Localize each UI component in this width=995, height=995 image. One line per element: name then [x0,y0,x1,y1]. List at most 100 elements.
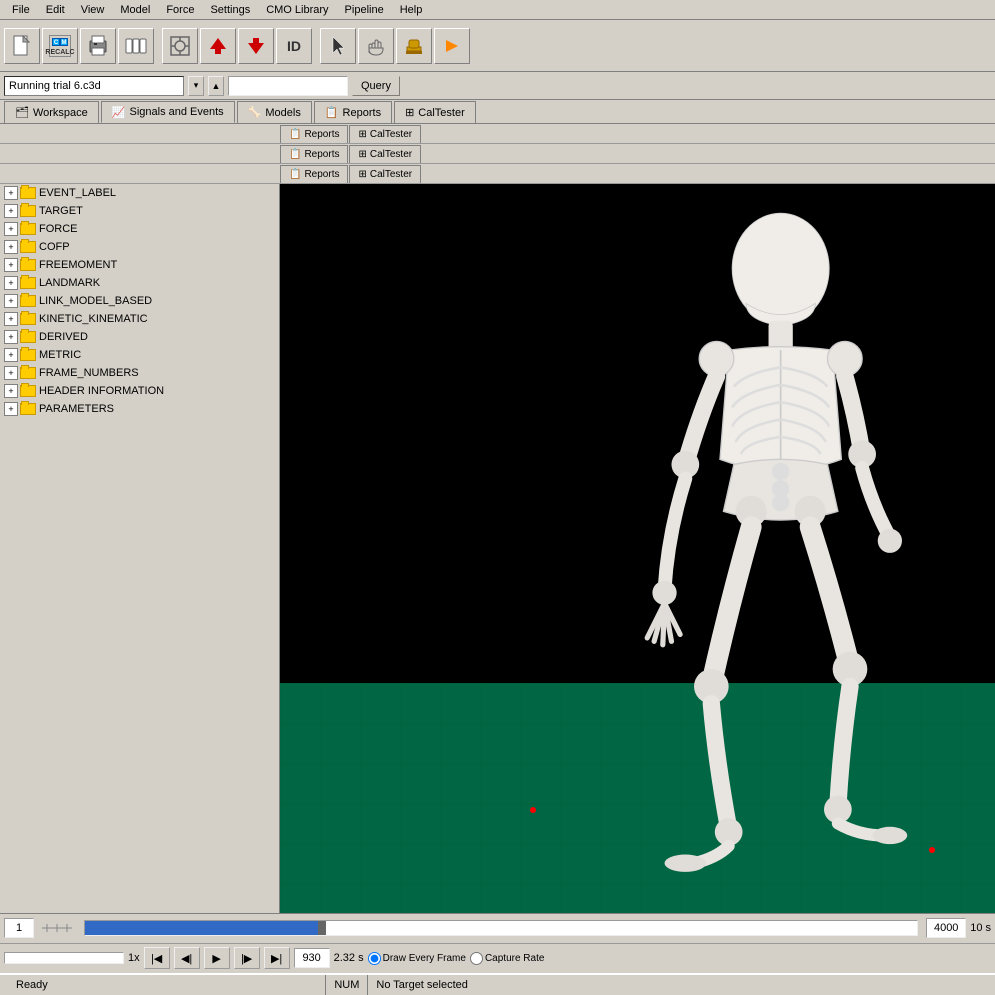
timeline-right-label: 10 s [970,922,991,934]
tree-item-metric[interactable]: + METRIC [0,346,279,364]
tab-reports[interactable]: 📋 Reports [314,101,392,123]
menu-bar: File Edit View Model Force Settings CMO … [0,0,995,20]
speed-slider[interactable] [4,952,124,964]
timeline-thumb[interactable] [318,921,326,935]
tree-label-freemoment: FREEMOMENT [39,259,117,271]
trial-spin-up[interactable]: ▲ [208,76,224,96]
tab-workspace[interactable]: 🗂 Workspace [4,101,99,123]
expand-landmark[interactable]: + [4,276,18,290]
tree-item-freemoment[interactable]: + FREEMOMENT [0,256,279,274]
subtab-row-1: 📋 Reports ⊞ CalTester [0,124,995,144]
menu-cmo-library[interactable]: CMO Library [258,2,336,18]
query-button[interactable]: Query [352,76,400,96]
capture-rate-input[interactable] [470,952,483,965]
tree-item-link-model[interactable]: + LINK_MODEL_BASED [0,292,279,310]
folder-frame-numbers [20,367,36,379]
expand-event-label[interactable]: + [4,186,18,200]
menu-settings[interactable]: Settings [202,2,258,18]
tree-item-landmark[interactable]: + LANDMARK [0,274,279,292]
tree-item-frame-numbers[interactable]: + FRAME_NUMBERS [0,364,279,382]
tab-signals[interactable]: 📈 Signals and Events [101,101,235,123]
expand-target[interactable]: + [4,204,18,218]
tree-item-derived[interactable]: + DERIVED [0,328,279,346]
force-up-button[interactable] [200,28,236,64]
subtab-row-2: 📋 Reports ⊞ CalTester [0,144,995,164]
draw-every-frame-radio[interactable]: Draw Every Frame [368,952,466,965]
step-forward-button[interactable]: |▶ [234,947,260,969]
expand-kinetic[interactable]: + [4,312,18,326]
tree-item-target[interactable]: + TARGET [0,202,279,220]
menu-model[interactable]: Model [112,2,158,18]
timeline-slider[interactable] [84,920,918,936]
force-down-button[interactable] [238,28,274,64]
expand-frame-numbers[interactable]: + [4,366,18,380]
middle-area: + EVENT_LABEL + TARGET + FORCE + [0,184,995,913]
subtab-caltester-3-label: CalTester [370,169,412,180]
tree-item-header-info[interactable]: + HEADER INFORMATION [0,382,279,400]
expand-header-info[interactable]: + [4,384,18,398]
expand-metric[interactable]: + [4,348,18,362]
menu-file[interactable]: File [4,2,38,18]
subtab-reports-3[interactable]: 📋 Reports [280,165,348,183]
subtab-caltester-3[interactable]: ⊞ CalTester [349,165,421,183]
subtab-caltester-3-icon: ⊞ [358,169,366,180]
tab-signals-label: Signals and Events [130,106,224,118]
menu-view[interactable]: View [73,2,113,18]
menu-pipeline[interactable]: Pipeline [337,2,392,18]
time-display: 2.32 s [334,952,364,964]
current-frame-input[interactable] [4,918,34,938]
max-frame-input[interactable] [926,918,966,938]
folder-header-info [20,385,36,397]
viewport-3d[interactable] [280,184,995,913]
step-back-button[interactable]: ◀| [174,947,200,969]
subtab-reports-2[interactable]: 📋 Reports [280,145,348,163]
tree-item-kinetic[interactable]: + KINETIC_KINEMATIC [0,310,279,328]
draw-every-frame-input[interactable] [368,952,381,965]
tree-item-event-label[interactable]: + EVENT_LABEL [0,184,279,202]
tree-label-cofp: COFP [39,241,70,253]
subtab-caltester-1[interactable]: ⊞ CalTester [349,125,421,143]
menu-help[interactable]: Help [392,2,431,18]
subtab-caltester-2[interactable]: ⊞ CalTester [349,145,421,163]
folder-cofp [20,241,36,253]
frame-count-input[interactable] [294,948,330,968]
menu-edit[interactable]: Edit [38,2,73,18]
go-to-start-button[interactable]: |◀ [144,947,170,969]
print-button[interactable] [80,28,116,64]
trial-dropdown[interactable]: ▾ [188,76,204,96]
trial-input[interactable] [4,76,184,96]
new-button[interactable] [4,28,40,64]
expand-freemoment[interactable]: + [4,258,18,272]
folder-freemoment [20,259,36,271]
timeline-area: 10 s 1x |◀ ◀| ▶ |▶ ▶| 2.32 s Draw Every … [0,913,995,973]
expand-cofp[interactable]: + [4,240,18,254]
tree-label-landmark: LANDMARK [39,277,100,289]
tab-models[interactable]: 🦴 Models [237,101,312,123]
stamp-button[interactable] [396,28,432,64]
play-button[interactable]: ▶ [204,947,230,969]
tree-item-parameters[interactable]: + PARAMETERS [0,400,279,418]
tab-reports-label: Reports [343,107,382,119]
expand-force[interactable]: + [4,222,18,236]
cmo-button[interactable]: C M RECALC [42,28,78,64]
id-button[interactable]: ID [276,28,312,64]
pipeline-button[interactable] [118,28,154,64]
tree-item-force[interactable]: + FORCE [0,220,279,238]
tree-item-cofp[interactable]: + COFP [0,238,279,256]
subtab-reports-1[interactable]: 📋 Reports [280,125,348,143]
expand-link-model[interactable]: + [4,294,18,308]
query-bar: ▾ ▲ Query [0,72,995,100]
capture-rate-radio[interactable]: Capture Rate [470,952,544,965]
expand-parameters[interactable]: + [4,402,18,416]
query-combo[interactable] [228,76,348,96]
tab-caltester[interactable]: ⊞ CalTester [394,101,476,123]
navigate-button[interactable] [434,28,470,64]
reset-camera-button[interactable] [162,28,198,64]
menu-force[interactable]: Force [158,2,202,18]
expand-derived[interactable]: + [4,330,18,344]
subtab-row-3: 📋 Reports ⊞ CalTester [0,164,995,184]
cursor-button[interactable] [320,28,356,64]
tab-caltester-label: CalTester [418,107,464,119]
go-to-end-button[interactable]: ▶| [264,947,290,969]
hand-button[interactable] [358,28,394,64]
